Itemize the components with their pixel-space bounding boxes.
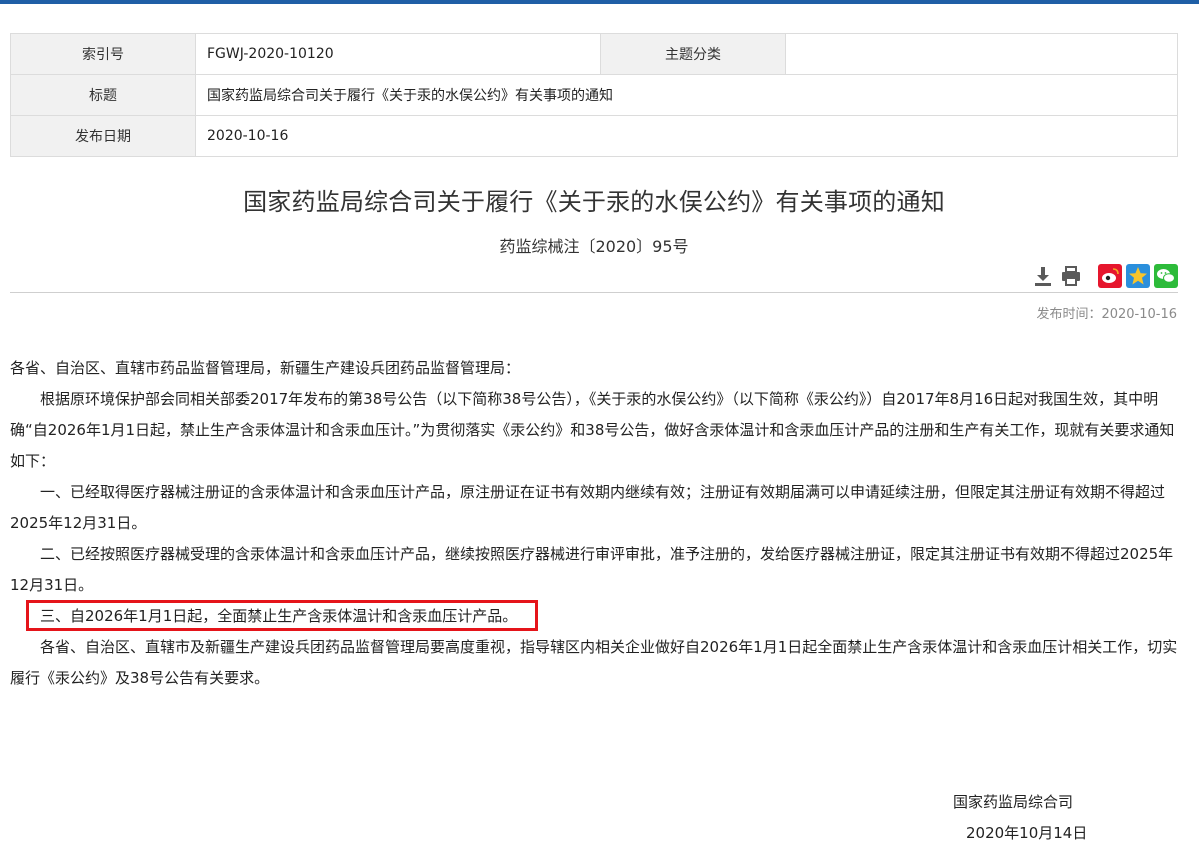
item-2: 二、已经按照医疗器械受理的含汞体温计和含汞血压计产品，继续按照医疗器械进行审评审… xyxy=(10,545,1174,594)
top-accent-bar xyxy=(0,0,1199,4)
share-toolbar xyxy=(0,264,1199,288)
meta-row-title: 标题 国家药监局综合司关于履行《关于汞的水俣公约》有关事项的通知 xyxy=(10,74,1178,116)
document-body: 各省、自治区、直辖市药品监督管理局，新疆生产建设兵团药品监督管理局： 根据原环境… xyxy=(10,353,1178,694)
download-icon[interactable] xyxy=(1031,264,1055,288)
index-value: FGWJ-2020-10120 xyxy=(195,33,601,75)
intro-paragraph: 根据原环境保护部会同相关部委2017年发布的第38号公告（以下简称38号公告），… xyxy=(10,390,1175,470)
title-divider xyxy=(10,292,1178,293)
document-number: 药监综械注〔2020〕95号 xyxy=(499,237,689,256)
category-label: 主题分类 xyxy=(600,33,786,75)
signature-org: 国家药监局综合司 xyxy=(953,793,1074,811)
closing-paragraph: 各省、自治区、直辖市及新疆生产建设兵团药品监督管理局要高度重视，指导辖区内相关企… xyxy=(10,638,1178,687)
date-value: 2020-10-16 xyxy=(195,115,1178,157)
index-label: 索引号 xyxy=(10,33,196,75)
item-1: 一、已经取得医疗器械注册证的含汞体温计和含汞血压计产品，原注册证在证书有效期内继… xyxy=(10,483,1166,532)
title-label: 标题 xyxy=(10,74,196,116)
print-icon[interactable] xyxy=(1059,264,1083,288)
publish-time: 发布时间：2020-10-16 xyxy=(1036,307,1177,322)
document-title: 国家药监局综合司关于履行《关于汞的水俣公约》有关事项的通知 xyxy=(243,188,945,216)
salutation: 各省、自治区、直辖市药品监督管理局，新疆生产建设兵团药品监督管理局： xyxy=(10,359,521,377)
weibo-icon[interactable] xyxy=(1098,264,1122,288)
title-value: 国家药监局综合司关于履行《关于汞的水俣公约》有关事项的通知 xyxy=(195,74,1178,116)
qzone-icon[interactable] xyxy=(1126,264,1150,288)
meta-row-index: 索引号 FGWJ-2020-10120 主题分类 xyxy=(10,33,1178,75)
meta-row-date: 发布日期 2020-10-16 xyxy=(10,115,1178,157)
signature-date: 2020年10月14日 xyxy=(966,824,1088,842)
wechat-icon[interactable] xyxy=(1154,264,1178,288)
category-value xyxy=(785,33,1178,75)
date-label: 发布日期 xyxy=(10,115,196,157)
document-meta-table: 索引号 FGWJ-2020-10120 主题分类 标题 国家药监局综合司关于履行… xyxy=(10,33,1178,157)
highlight-annotation-box xyxy=(26,600,538,631)
